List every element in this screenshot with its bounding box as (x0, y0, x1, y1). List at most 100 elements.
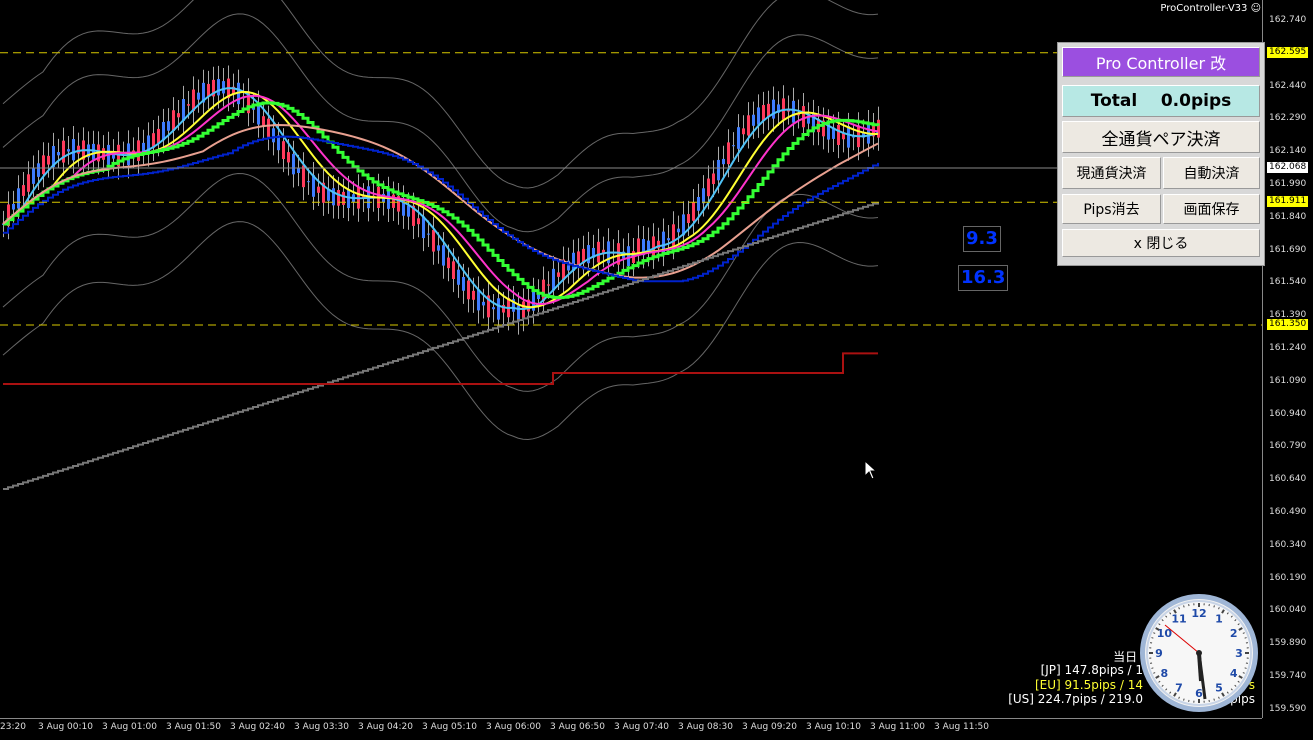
candle-body (672, 224, 675, 246)
candle-body (722, 159, 725, 164)
candle-body (67, 149, 70, 151)
clock-number: 9 (1155, 647, 1163, 660)
candle-body (267, 119, 270, 137)
candle-body (197, 93, 200, 100)
price-tick-label: 160.490 (1269, 507, 1306, 517)
candle-body (167, 121, 170, 130)
candle-body (482, 302, 485, 306)
candle-body (262, 116, 265, 125)
candle-body (667, 238, 670, 240)
candle-body (417, 218, 420, 224)
price-level-tag: 161.911 (1267, 196, 1308, 207)
save-screen-button[interactable]: 画面保存 (1163, 194, 1260, 224)
candle-body (802, 106, 805, 127)
time-tick-label: 3 Aug 06:50 (550, 722, 605, 732)
price-tick-label: 160.940 (1269, 409, 1306, 419)
price-tick-label: 161.840 (1269, 212, 1306, 222)
candle-body (727, 142, 730, 164)
candle-body (42, 155, 45, 174)
candle-body (327, 189, 330, 200)
candle-body (692, 202, 695, 221)
candle-body (272, 128, 275, 142)
close-all-pairs-button[interactable]: 全通貨ペア決済 (1062, 121, 1260, 153)
candle-body (177, 113, 180, 117)
bollinger-band-line (3, 173, 878, 391)
candle-body (457, 270, 460, 285)
price-tick-label: 161.090 (1269, 376, 1306, 386)
candle-body (47, 156, 50, 165)
candle-body (337, 190, 340, 206)
candle-body (302, 165, 305, 187)
candle-body (757, 107, 760, 124)
close-panel-button[interactable]: x 閉じる (1062, 229, 1260, 257)
candle-body (57, 152, 60, 155)
candle-body (717, 160, 720, 180)
clear-pips-button[interactable]: Pips消去 (1062, 194, 1161, 224)
stats-us: [US] 224.7pips / 219.0 (1008, 692, 1143, 706)
time-tick-label: 3 Aug 08:30 (678, 722, 733, 732)
candle-body (32, 169, 35, 184)
candle-body (317, 187, 320, 193)
clock-number: 6 (1195, 687, 1203, 700)
candle-body (297, 168, 300, 173)
kijun-line (3, 103, 878, 298)
time-tick-label: 3 Aug 04:20 (358, 722, 413, 732)
mouse-cursor-icon (864, 460, 878, 480)
candle-body (477, 289, 480, 310)
window-title: ProController-V33 ☺ (1160, 3, 1261, 14)
close-current-pair-button[interactable]: 現通貨決済 (1062, 157, 1161, 189)
candle-body (467, 281, 470, 300)
candle-body (492, 307, 495, 309)
time-tick-label: 3 Aug 09:20 (742, 722, 797, 732)
candle-body (737, 127, 740, 149)
candle-body (597, 242, 600, 263)
clock-number: 2 (1230, 627, 1238, 640)
candle-body (437, 245, 440, 250)
candle-body (422, 216, 425, 238)
psar-stair-line (3, 202, 878, 489)
candle-body (472, 291, 475, 300)
candle-body (222, 81, 225, 93)
candle-body (697, 197, 700, 211)
pips-marker-b: 16.3 (958, 265, 1008, 291)
clock-tick (1245, 668, 1247, 669)
price-tick-label: 161.540 (1269, 277, 1306, 287)
bollinger-band-line (3, 0, 878, 188)
candle-body (157, 129, 160, 143)
candle-body (307, 181, 310, 182)
candle-body (137, 140, 140, 161)
candle-body (742, 128, 745, 134)
candle-body (752, 115, 755, 126)
price-level-tag: 162.595 (1267, 47, 1308, 58)
candle-body (702, 188, 705, 203)
candle-body (22, 185, 25, 196)
candle-body (627, 246, 630, 266)
candle-body (257, 104, 260, 125)
clock-center (1196, 650, 1202, 656)
clock-number: 3 (1235, 647, 1243, 660)
time-axis: 23:203 Aug 00:103 Aug 01:003 Aug 01:503 … (0, 718, 1262, 740)
candle-body (837, 125, 840, 145)
pips-marker-a: 9.3 (963, 226, 1001, 252)
time-tick-label: 3 Aug 11:00 (870, 722, 925, 732)
clock-number: 8 (1161, 667, 1169, 680)
clock-tick (1151, 668, 1153, 669)
price-tick-label: 160.190 (1269, 573, 1306, 583)
price-axis: 162.740162.440162.290162.140161.990161.8… (1262, 0, 1313, 718)
candle-body (707, 179, 710, 197)
price-tick-label: 162.740 (1269, 15, 1306, 25)
candle-body (847, 126, 850, 148)
time-tick-label: 3 Aug 00:10 (38, 722, 93, 732)
time-tick-label: 3 Aug 02:40 (230, 722, 285, 732)
candle-body (557, 272, 560, 276)
candle-body (292, 154, 295, 174)
price-tick-label: 160.640 (1269, 474, 1306, 484)
price-tick-label: 159.590 (1269, 704, 1306, 714)
candle-body (427, 234, 430, 235)
clock-number: 12 (1191, 607, 1206, 620)
candle-body (497, 298, 500, 319)
auto-close-button[interactable]: 自動決済 (1163, 157, 1260, 189)
price-tick-label: 160.040 (1269, 605, 1306, 615)
candle-body (747, 115, 750, 135)
stats-jp: [JP] 147.8pips / 1 (1041, 663, 1143, 677)
